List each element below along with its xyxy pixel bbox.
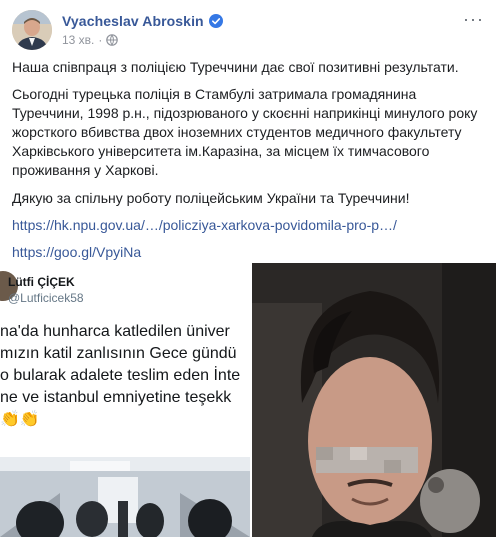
more-options-icon[interactable]: ··· [463, 10, 484, 28]
tweet-line: mızın katil zanlısının Gece gündü [0, 345, 237, 362]
post-meta: 13 хв. · [62, 33, 119, 47]
tweet-screenshot-image[interactable]: Lütfi ÇİÇEK @Lutficicek58 na'da hunharca… [0, 263, 252, 537]
paragraph-2-line: Сьогодні турецька поліція в Стамбулі зат… [12, 86, 417, 102]
tweet-author-name: Lütfi ÇİÇEK [8, 275, 75, 289]
post-images[interactable]: Lütfi ÇİÇEK @Lutficicek58 na'da hunharca… [0, 263, 496, 537]
post-header: Vyacheslav Abroskin 13 хв. · ··· [0, 0, 496, 58]
suspect-photo-image[interactable] [252, 263, 496, 537]
paragraph-2-line: Харківського університета ім.Каразіна, з… [12, 143, 430, 159]
tweet-text: na'da hunharca katledilen üniver mızın k… [0, 321, 250, 431]
link-short[interactable]: https://goo.gl/VpyiNa [12, 243, 484, 262]
author-name[interactable]: Vyacheslav Abroskin [62, 13, 204, 29]
avatar-image [12, 10, 52, 50]
post-paragraph-1: Наша співпраця з поліцією Туреччини дає … [12, 59, 459, 75]
tweet-line: 👏👏 [0, 411, 40, 428]
suspect-photo [252, 263, 496, 537]
post-body: Наша співпраця з поліцією Туреччини дає … [12, 58, 484, 262]
globe-icon[interactable] [106, 34, 119, 46]
post-paragraph-3: Дякую за спільну роботу поліцейським Укр… [12, 190, 410, 206]
link-npu[interactable]: https://hk.npu.gov.ua/…/policziya-xarkov… [12, 216, 484, 235]
paragraph-2-line: жорсткого вбивства двох іноземних студен… [12, 124, 462, 140]
tweet-line: ne ve istanbul emniyetine teşekk [0, 389, 232, 406]
tweet-author-handle: @Lutficicek58 [8, 291, 84, 305]
hallway-scene [0, 457, 250, 537]
post-paragraph-2: Сьогодні турецька поліція в Стамбулі зат… [12, 85, 484, 180]
tweet-line: na'da hunharca katledilen üniver [0, 323, 230, 340]
tweet-line: o bularak adalete teslim eden İnte [0, 367, 241, 384]
verified-badge-icon [208, 14, 223, 28]
hallway-photo [0, 457, 250, 537]
author-avatar[interactable] [12, 10, 52, 50]
meta-separator: · [98, 33, 103, 47]
paragraph-2-line: проживання у Харкові. [12, 162, 159, 178]
paragraph-2-line: Туреччини, 1998 р.н., підозрюваного у ск… [12, 105, 478, 121]
post-timestamp[interactable]: 13 хв. [62, 33, 94, 47]
